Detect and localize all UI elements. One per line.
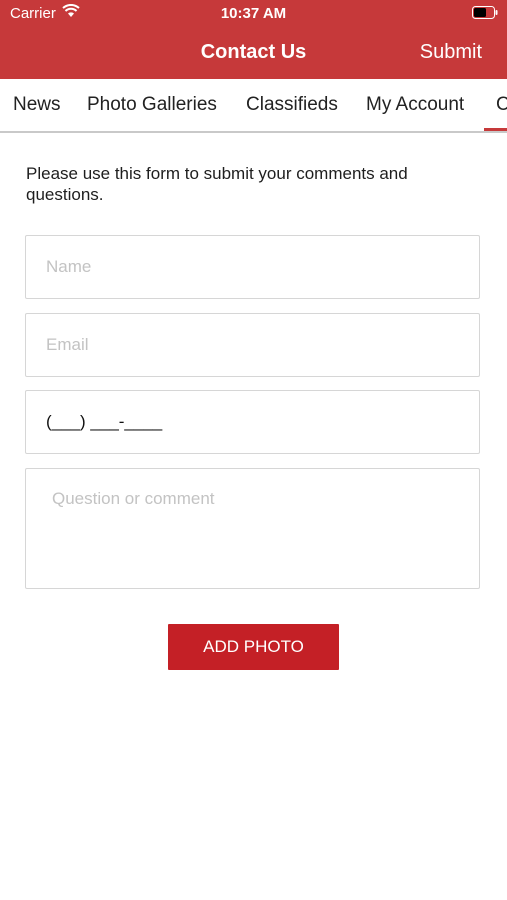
- status-bar: Carrier 10:37 AM: [0, 0, 507, 28]
- tab-classifieds[interactable]: Classifieds: [246, 94, 338, 116]
- active-tab-indicator: [484, 128, 507, 131]
- email-field[interactable]: [25, 313, 480, 377]
- name-field[interactable]: [25, 235, 480, 299]
- form-intro-text: Please use this form to submit your comm…: [26, 164, 408, 204]
- status-time: 10:37 AM: [220, 5, 287, 22]
- tab-my-account[interactable]: My Account: [366, 94, 464, 116]
- submit-button[interactable]: Submit: [420, 41, 482, 64]
- tab-photo-galleries[interactable]: Photo Galleries: [87, 94, 217, 116]
- tab-bar: News Photo Galleries Classifieds My Acco…: [0, 79, 507, 133]
- battery-icon: [472, 6, 498, 19]
- add-photo-button[interactable]: ADD PHOTO: [168, 624, 339, 670]
- tab-news[interactable]: News: [13, 94, 61, 116]
- phone-field[interactable]: [25, 390, 480, 454]
- tab-contact[interactable]: C: [496, 94, 507, 116]
- app-header: Carrier 10:37 AM Contact Us Submit: [0, 0, 507, 79]
- comment-field[interactable]: [25, 468, 480, 589]
